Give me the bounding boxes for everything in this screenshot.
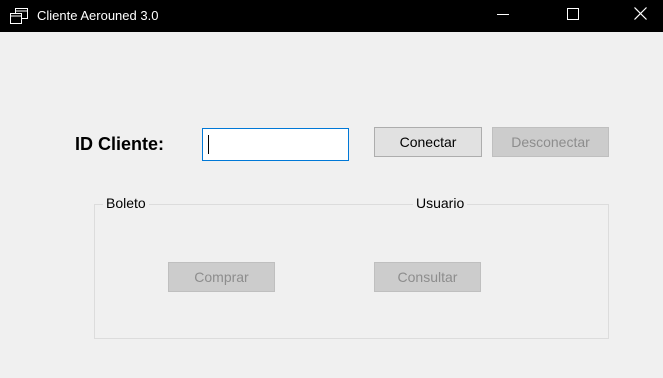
client-id-label: ID Cliente:: [75, 134, 165, 154]
maximize-icon: [567, 7, 579, 25]
buy-button[interactable]: Comprar: [168, 262, 275, 292]
query-button[interactable]: Consultar: [374, 262, 481, 292]
title-bar[interactable]: Cliente Aerouned 3.0: [0, 0, 663, 32]
window-title: Cliente Aerouned 3.0: [37, 8, 159, 23]
app-window: Cliente Aerouned 3.0 ID Cliente: Conecta…: [0, 0, 663, 378]
close-icon: [633, 7, 647, 25]
minimize-button[interactable]: [480, 0, 526, 32]
text-caret: [208, 135, 209, 154]
usuario-group-label: Usuario: [413, 193, 468, 213]
boleto-group-label: Boleto: [103, 193, 149, 213]
connect-button[interactable]: Conectar: [374, 127, 482, 157]
app-window-icon: [10, 8, 28, 24]
disconnect-button[interactable]: Desconectar: [492, 127, 609, 157]
close-button[interactable]: [617, 0, 663, 32]
client-id-input[interactable]: [202, 128, 349, 161]
maximize-button[interactable]: [550, 0, 596, 32]
minimize-icon: [497, 7, 509, 25]
